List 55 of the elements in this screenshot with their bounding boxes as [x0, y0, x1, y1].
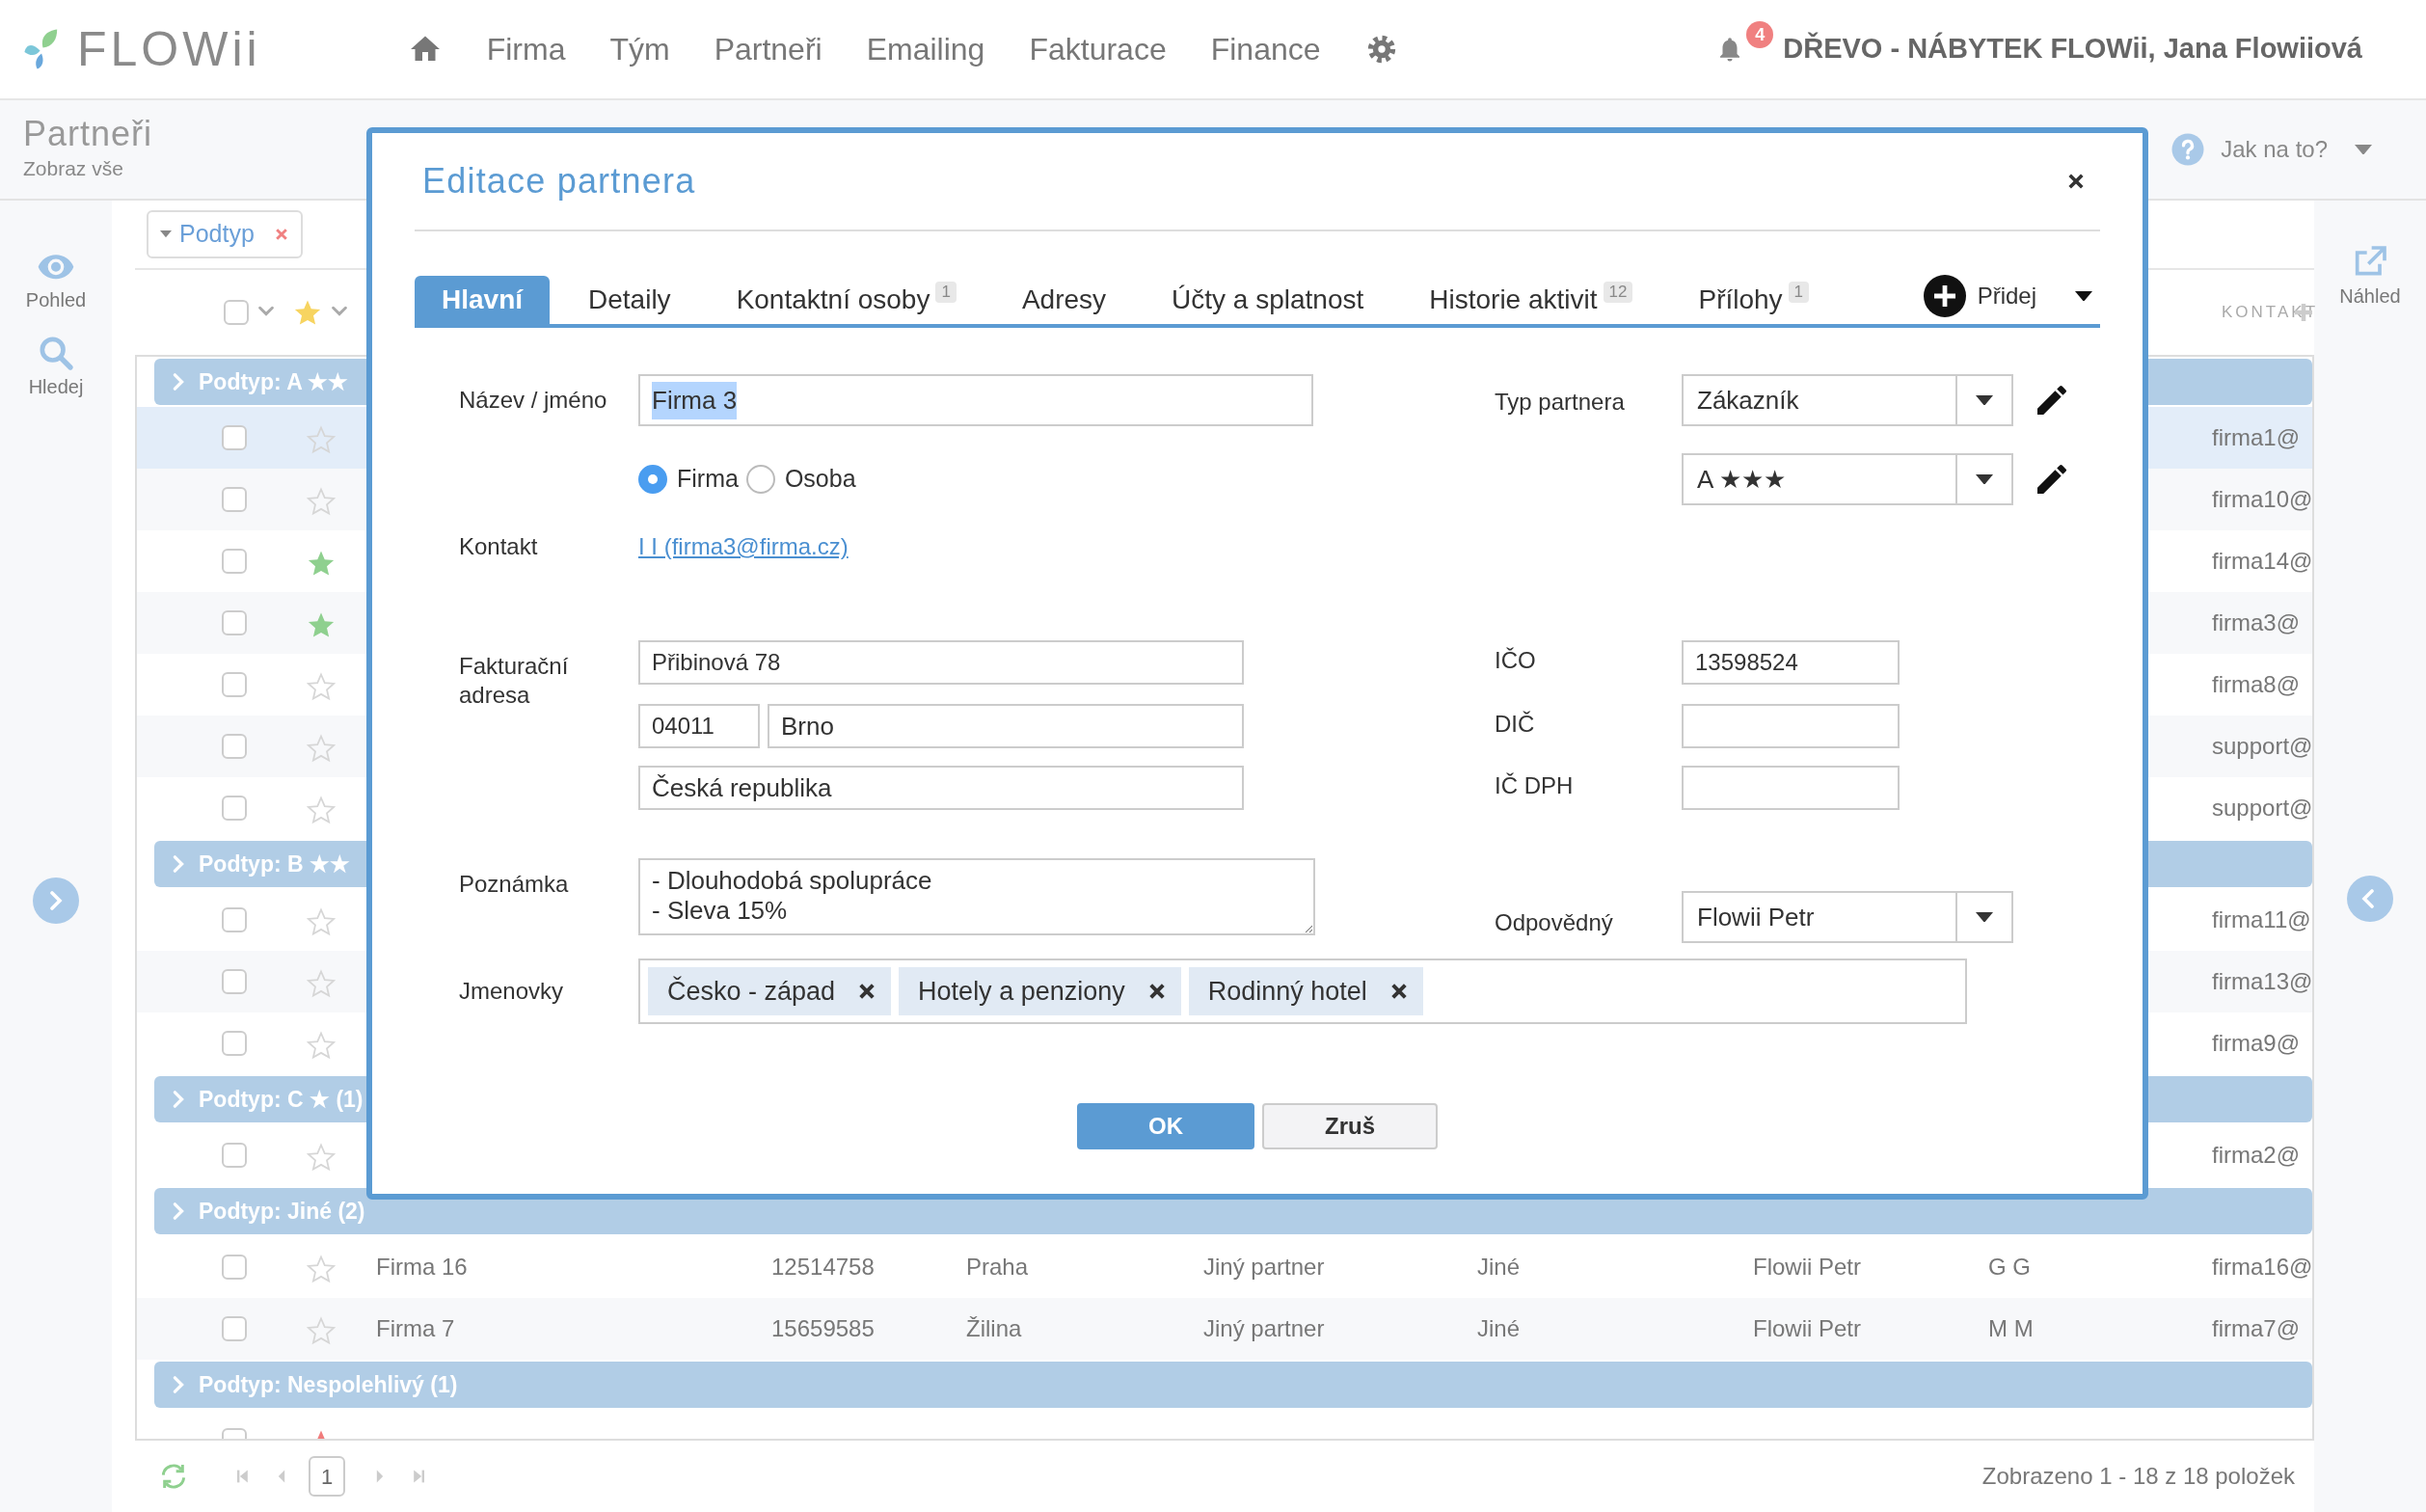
field-label: IČ DPH: [1495, 771, 1575, 800]
field-label: Poznámka: [459, 870, 570, 899]
table-cell-text: firma7@: [2212, 1314, 2302, 1343]
table-cell-text: 12514758: [771, 1253, 876, 1282]
field-label: Odpovědný: [1495, 908, 1614, 937]
table-cell-text: firma9@: [2212, 1029, 2302, 1058]
table-cell-text: Firma 7: [376, 1314, 456, 1343]
table-cell-text: Jiný partner: [1203, 1314, 1326, 1343]
group-label: Podtyp: A ★★: [199, 367, 349, 396]
table-cell-text: G G: [1988, 1253, 2032, 1282]
table-cell-text: firma1@: [2212, 423, 2302, 452]
table-cell-text: Praha: [966, 1253, 1030, 1282]
table-cell-text: Jiné: [1477, 1314, 1522, 1343]
table-cell-text: firma10@: [2212, 485, 2312, 514]
pagination-summary: Zobrazeno 1 - 18 z 18 položek: [1981, 1462, 2295, 1491]
table-cell-text: support@: [2212, 732, 2312, 761]
dialog-title: Editace partnera: [422, 160, 696, 202]
table-cell-text: M M: [1988, 1314, 2035, 1343]
table-cell-text: Flowii Petr: [1753, 1253, 1863, 1282]
table-cell-text: firma16@: [2212, 1253, 2312, 1282]
table-cell-text: Jiný partner: [1203, 1253, 1326, 1282]
field-label: Název / jméno: [459, 386, 608, 415]
field-label: Fakturační adresa: [459, 652, 570, 710]
tag-label: Česko - západ: [667, 975, 836, 1008]
table-cell-text: firma3@: [2212, 608, 2302, 637]
field-label: Kontakt: [459, 532, 539, 561]
table-cell-text: support@: [2212, 794, 2312, 823]
field-label: Jmenovky: [459, 977, 565, 1006]
tag-label: Rodinný hotel: [1207, 975, 1367, 1008]
table-cell-text: firma8@: [2212, 670, 2302, 699]
group-label: Podtyp: C ★ (1): [199, 1085, 364, 1114]
count-badge: 12: [1603, 282, 1633, 303]
group-label: Podtyp: Nespolehlivý (1): [199, 1370, 458, 1399]
table-cell-text: Firma 16: [376, 1253, 469, 1282]
count-badge: 1: [935, 282, 957, 303]
group-label: Podtyp: Jiné (2): [199, 1197, 365, 1226]
table-cell-text: Jiné: [1477, 1253, 1522, 1282]
table-cell-text: 15659585: [771, 1314, 876, 1343]
tag-label: Hotely a penziony: [918, 975, 1125, 1008]
group-label: Podtyp: B ★★: [199, 850, 350, 878]
count-badge: 1: [1788, 282, 1810, 303]
field-label: Typ partnera: [1495, 388, 1626, 417]
table-cell-text: Flowii Petr: [1753, 1314, 1863, 1343]
chip-label: Podtyp: [179, 219, 255, 250]
logo-text: FLOWii: [77, 20, 261, 78]
field-label: IČO: [1495, 646, 1537, 675]
table-cell-text: Žilina: [966, 1314, 1023, 1343]
page-title: Partneři: [23, 115, 153, 154]
table-cell-text: firma14@: [2212, 547, 2312, 576]
table-cell-text: firma13@: [2212, 967, 2312, 996]
field-label: DIČ: [1495, 710, 1536, 739]
notification-badge: 4: [1746, 21, 1774, 48]
view-subtitle: Zobraz vše: [23, 156, 124, 182]
table-cell-text: firma2@: [2212, 1141, 2302, 1170]
table-cell-text: firma11@: [2212, 905, 2312, 934]
